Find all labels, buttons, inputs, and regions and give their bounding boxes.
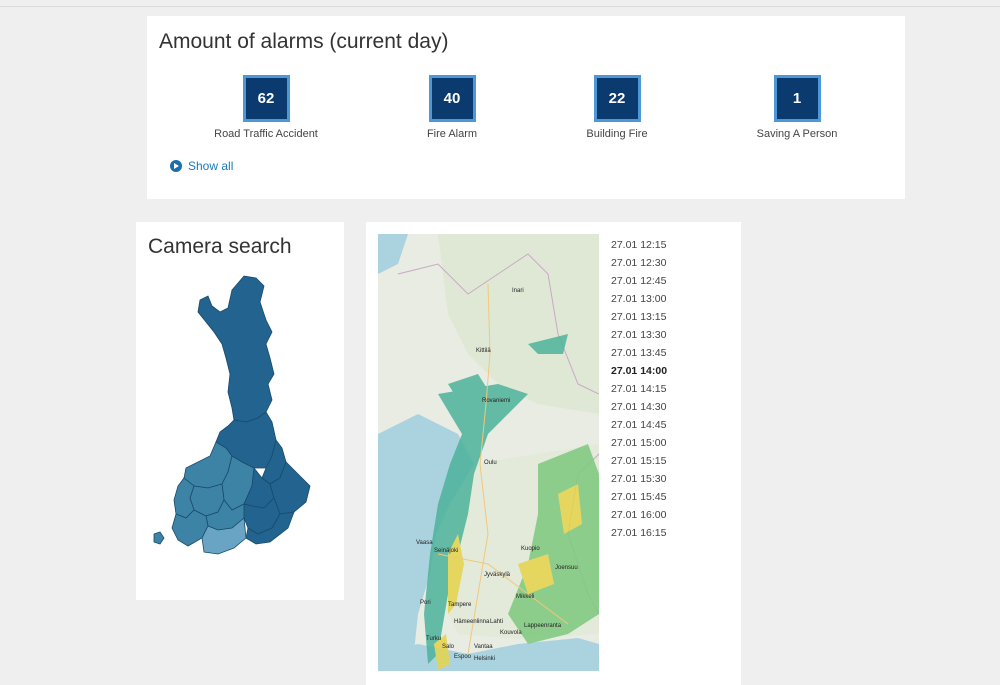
radar-map-svg: Inari Kittilä Rovaniemi Oulu Vaasa Seinä… (378, 234, 599, 671)
city-label: Joensuu (555, 565, 578, 571)
city-label: Vaasa (416, 540, 433, 546)
show-all-label: Show all (188, 159, 234, 173)
time-item[interactable]: 27.01 13:00 (611, 290, 686, 308)
alarms-panel: Amount of alarms (current day) 62 Road T… (147, 16, 905, 199)
city-label: Mikkeli (516, 594, 534, 600)
time-item[interactable]: 27.01 13:15 (611, 308, 686, 326)
alarm-label: Fire Alarm (426, 128, 478, 140)
time-item-selected[interactable]: 27.01 14:00 (611, 362, 686, 380)
time-item[interactable]: 27.01 16:15 (611, 524, 686, 542)
time-item[interactable]: 27.01 12:15 (611, 236, 686, 254)
time-item[interactable]: 27.01 14:45 (611, 416, 686, 434)
finland-map[interactable] (148, 272, 333, 584)
city-label: Salo (442, 644, 455, 650)
alarm-count: 1 (773, 75, 821, 122)
time-item[interactable]: 27.01 14:15 (611, 380, 686, 398)
alarm-stat-saving-person[interactable]: 1 Saving A Person (717, 75, 877, 140)
city-label: Kouvola (500, 630, 522, 636)
alarm-label: Road Traffic Accident (214, 128, 318, 140)
alarms-title: Amount of alarms (current day) (159, 30, 449, 53)
top-divider (0, 6, 1000, 7)
city-label: Seinäjoki (434, 548, 458, 554)
alarm-count: 40 (428, 75, 476, 122)
camera-search-title: Camera search (148, 235, 292, 258)
alarm-count: 22 (593, 75, 641, 122)
city-label: Oulu (484, 460, 497, 466)
camera-search-panel: Camera search (136, 222, 344, 600)
city-label: Inari (512, 288, 524, 294)
alarm-stat-road-traffic[interactable]: 62 Road Traffic Accident (186, 75, 346, 140)
show-all-link[interactable]: Show all (170, 159, 233, 173)
city-label: Vantaa (474, 644, 493, 650)
alarm-stat-fire-alarm[interactable]: 40 Fire Alarm (372, 75, 532, 140)
time-item[interactable]: 27.01 16:00 (611, 506, 686, 524)
time-item[interactable]: 27.01 12:30 (611, 254, 686, 272)
time-item[interactable]: 27.01 15:30 (611, 470, 686, 488)
city-label: Hämeenlinna (454, 619, 490, 625)
city-label: Lahti (490, 619, 503, 625)
time-item[interactable]: 27.01 15:00 (611, 434, 686, 452)
alarm-label: Saving A Person (756, 128, 838, 140)
arrow-circle-icon (170, 160, 182, 172)
city-label: Rovaniemi (482, 398, 510, 404)
city-label: Jyväskylä (484, 572, 511, 578)
city-label: Turku (426, 636, 441, 642)
radar-panel: Inari Kittilä Rovaniemi Oulu Vaasa Seinä… (366, 222, 741, 685)
time-item[interactable]: 27.01 15:15 (611, 452, 686, 470)
alarm-count: 62 (242, 75, 290, 122)
radar-map[interactable]: Inari Kittilä Rovaniemi Oulu Vaasa Seinä… (378, 234, 599, 671)
city-label: Kittilä (476, 348, 491, 354)
time-item[interactable]: 27.01 13:30 (611, 326, 686, 344)
time-item[interactable]: 27.01 15:45 (611, 488, 686, 506)
city-label: Tampere (448, 602, 472, 608)
city-label: Lappeenranta (524, 623, 562, 629)
radar-time-list: 27.01 12:15 27.01 12:30 27.01 12:45 27.0… (611, 236, 686, 542)
time-item[interactable]: 27.01 14:30 (611, 398, 686, 416)
city-label: Kuopio (521, 546, 540, 552)
alarm-label: Building Fire (586, 128, 648, 140)
city-label: Helsinki (474, 656, 495, 662)
time-item[interactable]: 27.01 13:45 (611, 344, 686, 362)
region-aland[interactable] (153, 531, 165, 545)
time-item[interactable]: 27.01 12:45 (611, 272, 686, 290)
alarm-stat-building-fire[interactable]: 22 Building Fire (537, 75, 697, 140)
region-lapland[interactable] (197, 275, 275, 423)
city-label: Espoo (454, 654, 472, 660)
city-label: Pori (420, 600, 431, 606)
